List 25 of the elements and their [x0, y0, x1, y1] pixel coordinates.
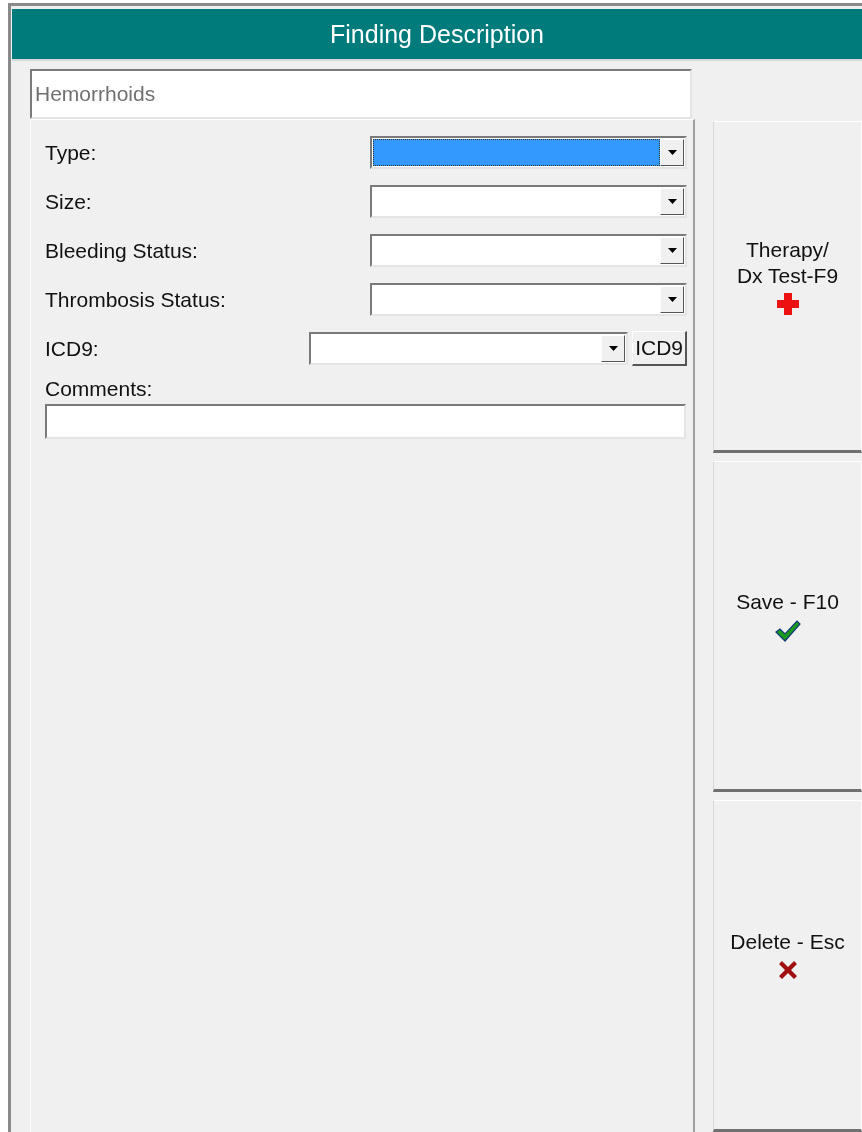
dropdown-field[interactable]	[370, 136, 687, 169]
dropdown-field[interactable]	[370, 283, 687, 316]
field-label: Comments:	[45, 376, 154, 401]
field-label: Bleeding Status:	[45, 238, 199, 263]
field-label: Size:	[45, 189, 93, 214]
window-title: Finding Description	[12, 9, 862, 61]
dropdown-arrow-icon	[667, 248, 677, 253]
dropdown-field[interactable]	[309, 332, 629, 365]
delete-button[interactable]: Delete - Esc	[713, 800, 862, 1132]
field-label: ICD9:	[45, 336, 100, 361]
save-button[interactable]: Save - F10	[713, 460, 862, 793]
dropdown-field[interactable]	[370, 185, 687, 218]
comments-field[interactable]	[45, 404, 686, 439]
dropdown-arrow-icon	[667, 297, 677, 302]
dropdown-arrow-icon	[667, 199, 677, 204]
finding-field[interactable]: Hemorrhoids	[30, 69, 692, 119]
dropdown-field[interactable]	[370, 234, 687, 267]
cross-icon	[776, 293, 799, 316]
field-label: Thrombosis Status:	[45, 287, 227, 312]
lookup-button[interactable]: ICD9	[632, 331, 687, 366]
field-label: Type:	[45, 140, 98, 165]
dropdown-arrow-icon	[667, 150, 677, 155]
dropdown-arrow-icon	[608, 346, 618, 351]
therapy-button[interactable]: Therapy/ Dx Test-F9	[713, 121, 862, 453]
check-icon	[774, 619, 801, 642]
